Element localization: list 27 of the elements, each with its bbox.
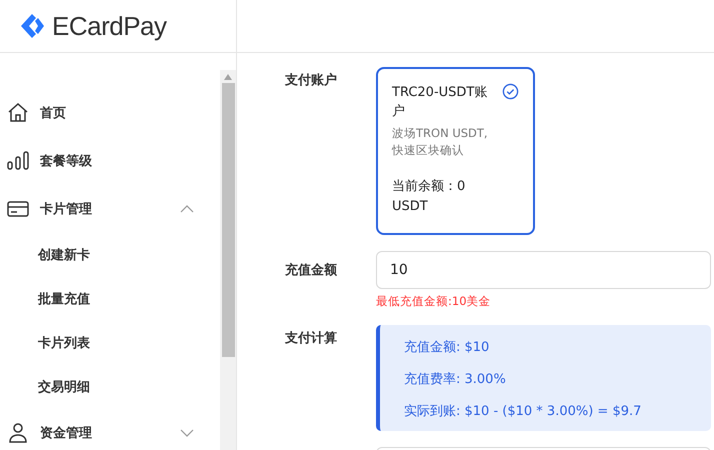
sidebar-item[interactable]: 资金管理 — [0, 409, 220, 450]
sidebar-subitem[interactable]: 交易明细 — [0, 365, 220, 409]
account-description: 波场TRON USDT, 快速区块确认 — [392, 125, 489, 159]
account-balance: 当前余额：0 USDT — [392, 178, 466, 216]
sidebar-item[interactable]: 套餐等级 — [0, 137, 220, 185]
sidebar-subitem[interactable]: 创建新卡 — [0, 233, 220, 277]
field-label: 支付计算 — [285, 330, 338, 348]
account-card[interactable]: TRC20-USDT账户 波场TRON USDT, 快速区块确认 当前余额：0 USDT — [376, 67, 535, 235]
scroll-up-icon[interactable] — [224, 74, 232, 80]
field-label: 支付账户 — [285, 72, 338, 90]
sidebar-subitem[interactable]: 批量充值 — [0, 277, 220, 321]
field-label: 充值金额 — [285, 262, 338, 280]
sidebar-subitem[interactable]: 卡片列表 — [0, 321, 220, 365]
sidebar-item[interactable]: 首页 — [0, 89, 220, 137]
logo-text: ECardPay — [52, 10, 166, 42]
amount-input[interactable]: 10 — [376, 251, 711, 289]
calculation-line: 充值金额: $10 — [404, 339, 490, 357]
sidebar-item[interactable]: 卡片管理 — [0, 185, 220, 233]
scrollbar[interactable] — [220, 70, 236, 450]
check-circle-icon — [502, 83, 519, 100]
calculation-line: 实际到账: $10 - ($10 * 3.00%) = $9.7 — [404, 403, 642, 421]
validation-hint: 最低充值金额:10美金 — [376, 294, 492, 309]
logo-icon — [18, 12, 46, 40]
home-icon — [6, 101, 30, 125]
calculation-line: 充值费率: 3.00% — [404, 371, 507, 389]
scrollbar-thumb[interactable] — [222, 83, 234, 357]
account-title: TRC20-USDT账户 — [392, 84, 488, 121]
